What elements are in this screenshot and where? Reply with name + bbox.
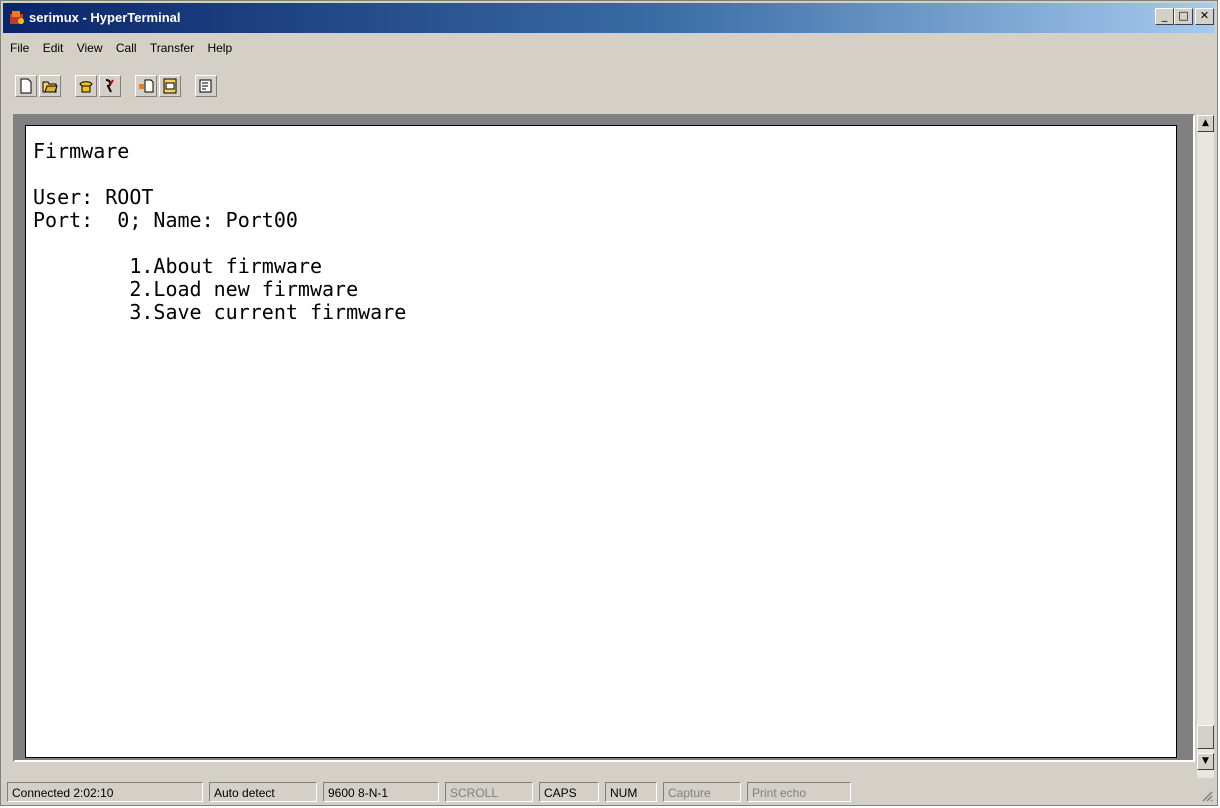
menu-file[interactable]: File [5,39,34,57]
hyperterminal-window: serimux - HyperTerminal _ □ ✕ File Edit … [0,0,1218,806]
new-connection-button[interactable] [15,75,37,97]
receive-file-icon [163,78,177,94]
terminal-line: Firmware [33,139,130,163]
minimize-button[interactable]: _ [1155,8,1174,25]
status-caps: CAPS [539,782,599,802]
menu-transfer[interactable]: Transfer [145,39,199,57]
call-button[interactable] [75,75,97,97]
scroll-up-button[interactable]: ▲ [1197,115,1214,132]
menu-edit[interactable]: Edit [38,39,69,57]
menu-bar: File Edit View Call Transfer Help [5,39,237,61]
disconnect-icon [105,79,114,93]
status-bar: Connected 2:02:10 Auto detect 9600 8-N-1… [5,780,1215,804]
scroll-thumb[interactable] [1197,725,1214,749]
status-capture: Capture [663,782,741,802]
terminal-line: User: ROOT [33,185,154,209]
open-button[interactable] [39,75,61,97]
scroll-down-button[interactable]: ▼ [1197,753,1214,770]
window-title: serimux - HyperTerminal [29,10,181,25]
title-bar[interactable]: serimux - HyperTerminal _ □ ✕ [3,3,1215,33]
properties-icon [199,79,212,93]
terminal-line: 1.About firmware [33,254,322,278]
status-print-echo: Print echo [747,782,851,802]
properties-button[interactable] [195,75,217,97]
status-settings: 9600 8-N-1 [323,782,439,802]
terminal-line: Port: 0; Name: Port00 [33,208,298,232]
close-button[interactable]: ✕ [1195,8,1214,25]
menu-help[interactable]: Help [202,39,237,57]
disconnect-button[interactable] [99,75,121,97]
status-detect: Auto detect [209,782,317,802]
open-icon [42,81,58,93]
menu-call[interactable]: Call [111,39,142,57]
terminal-output: Firmware User: ROOT Port: 0; Name: Port0… [26,126,1176,324]
status-scroll: SCROLL [445,782,533,802]
maximize-button[interactable]: □ [1174,8,1193,25]
receive-file-button[interactable] [159,75,181,97]
call-icon [79,81,93,93]
terminal-line: 2.Load new firmware [33,277,359,301]
status-num: NUM [605,782,657,802]
terminal-line: 3.Save current firmware [33,300,407,324]
hyperterminal-app-icon [10,11,24,24]
send-file-icon [139,79,154,93]
new-connection-icon [20,78,32,94]
resize-grip-icon[interactable] [1201,790,1213,802]
menu-view[interactable]: View [72,39,108,57]
terminal-screen[interactable]: Firmware User: ROOT Port: 0; Name: Port0… [25,125,1177,758]
send-file-button[interactable] [135,75,157,97]
vertical-scrollbar[interactable]: ▲ ▼ [1197,115,1214,778]
status-connected: Connected 2:02:10 [7,782,203,802]
